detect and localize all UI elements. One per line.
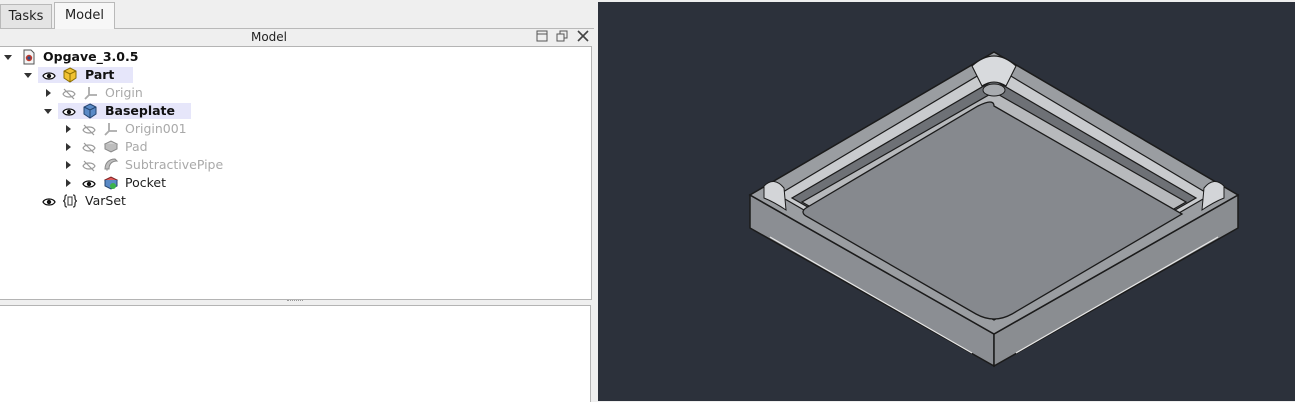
varset-icon [62,193,78,209]
eye-hidden-icon[interactable] [82,123,96,136]
tree-item-label: VarSet [85,193,126,208]
tab-bar: Tasks Model [0,0,594,29]
tree-item-label: Part [85,67,115,82]
subtractive-pipe-icon [103,157,119,173]
dock-collapse-icon[interactable] [535,30,549,44]
model-tree: Opgave_3.0.5 Part Origin Baseplate Origi… [0,46,592,300]
eye-hidden-icon[interactable] [82,159,96,172]
dock-title: Model [250,30,288,44]
tree-item-label: Pocket [125,175,166,190]
collapse-arrow-icon[interactable] [44,109,52,114]
property-view [0,305,591,402]
tree-item-document[interactable]: Opgave_3.0.5 [0,48,591,66]
dock-header: Model [0,29,594,46]
tree-item-label: Origin001 [125,121,187,136]
tab-model[interactable]: Model [54,2,115,29]
document-icon [21,49,37,65]
expand-arrow-icon[interactable] [66,143,71,151]
3d-viewport[interactable] [598,2,1295,401]
tree-item-origin001[interactable]: Origin001 [0,120,591,138]
pad-icon [103,139,119,155]
tree-item-label: Baseplate [105,103,176,118]
tree-item-pocket[interactable]: Pocket [0,174,591,192]
model-corner-hole [982,83,1006,97]
expand-arrow-icon[interactable] [66,125,71,133]
origin-icon [83,85,99,101]
tree-item-varset[interactable]: VarSet [0,192,591,210]
tree-item-origin[interactable]: Origin [0,84,591,102]
eye-icon[interactable] [62,105,76,117]
tree-item-label: Opgave_3.0.5 [43,49,139,64]
tree-item-part[interactable]: Part [0,66,591,84]
eye-icon[interactable] [42,69,56,81]
origin-icon [103,121,119,137]
collapse-arrow-icon[interactable] [4,55,12,60]
panel-splitter[interactable] [0,298,591,304]
tree-item-pad[interactable]: Pad [0,138,591,156]
pocket-icon [103,175,119,191]
eye-hidden-icon[interactable] [82,141,96,154]
dock-float-icon[interactable] [555,30,569,44]
collapse-arrow-icon[interactable] [24,73,32,78]
tree-item-label: SubtractivePipe [125,157,224,172]
eye-hidden-icon[interactable] [62,87,76,100]
model-panel: Tasks Model Model Opgave_3.0.5 Part Orig… [0,0,594,402]
baseplate-3d-model [748,51,1240,368]
eye-icon[interactable] [82,177,96,189]
tree-item-subtractive-pipe[interactable]: SubtractivePipe [0,156,591,174]
tab-tasks[interactable]: Tasks [0,4,52,28]
eye-icon[interactable] [42,195,56,207]
expand-arrow-icon[interactable] [46,89,51,97]
part-icon [62,67,78,83]
dock-close-icon[interactable] [576,30,590,44]
expand-arrow-icon[interactable] [66,179,71,187]
body-icon [82,103,98,119]
splitter-grip [287,300,303,303]
tree-item-label: Pad [125,139,148,154]
tree-item-baseplate[interactable]: Baseplate [0,102,591,120]
expand-arrow-icon[interactable] [66,161,71,169]
tree-item-label: Origin [105,85,143,100]
